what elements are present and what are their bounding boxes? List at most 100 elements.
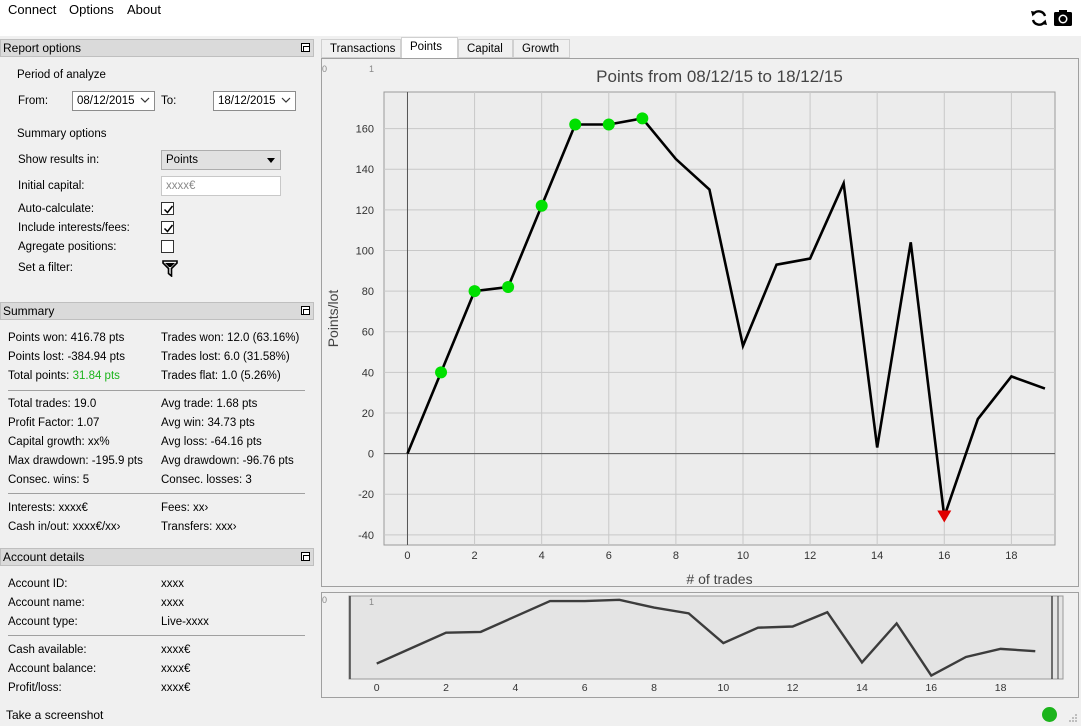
float-panel-icon[interactable]	[301, 306, 310, 315]
account-name-value: xxxx	[161, 597, 184, 609]
cash-in-out: Cash in/out: xxxx€/xx›	[8, 521, 121, 533]
y-tick-label: 40	[362, 367, 374, 379]
show-results-label: Show results in:	[18, 154, 100, 166]
from-date-picker[interactable]: 08/12/2015	[72, 91, 155, 111]
period-label: Period of analyze	[17, 69, 106, 81]
corner-label: 1	[369, 597, 374, 607]
section-title: Report options	[3, 41, 82, 55]
win-streak-marker	[435, 366, 448, 379]
consec-wins: Consec. wins: 5	[8, 474, 90, 486]
profit-factor: Profit Factor: 1.07	[8, 417, 100, 429]
total-points-label: Total points:	[8, 370, 73, 382]
profit-loss-value: xxxx€	[161, 682, 191, 694]
avg-drawdown: Avg drawdown: -96.76 pts	[161, 455, 294, 467]
float-panel-icon[interactable]	[301, 43, 310, 52]
x-tick-label: 6	[606, 550, 612, 562]
from-date-value: 08/12/2015	[77, 95, 135, 107]
account-id-label: Account ID:	[8, 578, 68, 590]
aggregate-checkbox[interactable]	[161, 240, 174, 253]
y-tick-label: 80	[362, 286, 374, 298]
divider	[8, 635, 305, 636]
y-tick-label: 140	[356, 164, 374, 176]
overview-x-tick-label: 16	[925, 682, 937, 694]
section-title: Account details	[3, 550, 85, 564]
account-type-label: Account type:	[8, 616, 78, 628]
initial-capital-input[interactable]: xxxx€	[161, 176, 281, 196]
trades-flat: Trades flat: 1.0 (5.26%)	[161, 370, 281, 382]
auto-calculate-checkbox[interactable]	[161, 202, 174, 215]
refresh-icon[interactable]	[1029, 8, 1049, 28]
chevron-down-icon	[140, 97, 150, 103]
cash-available-label: Cash available:	[8, 644, 87, 656]
menu-options[interactable]: Options	[69, 2, 114, 17]
corner-label: 1	[369, 64, 374, 74]
points-chart-panel: 0 2 4 6 8 10 12 14 16 18 -40 -20 0 20 40 60 80 100 120 140 1…	[321, 58, 1079, 587]
to-date-value: 18/12/2015	[218, 95, 276, 107]
win-streak-marker	[602, 118, 615, 131]
tab-capital[interactable]: Capital	[458, 39, 513, 58]
resize-grip-icon[interactable]	[1068, 713, 1078, 723]
win-streak-marker	[535, 199, 548, 212]
show-results-select[interactable]: Points	[161, 150, 281, 170]
to-date-picker[interactable]: 18/12/2015	[213, 91, 296, 111]
chart-title: Points from 08/12/15 to 18/12/15	[596, 67, 843, 86]
show-results-value: Points	[166, 154, 198, 166]
include-interests-checkbox[interactable]	[161, 221, 174, 234]
interests: Interests: xxxx€	[8, 502, 88, 514]
trades-lost: Trades lost: 6.0 (31.58%)	[161, 351, 290, 363]
overview-chart[interactable]: 0 2 4 6 8 10 12 14 16 18 0 1	[322, 593, 1078, 697]
camera-icon[interactable]	[1053, 8, 1073, 28]
menu-about[interactable]: About	[127, 2, 161, 17]
x-axis-label: # of trades	[686, 571, 752, 586]
points-chart[interactable]: 0 2 4 6 8 10 12 14 16 18-40-200204060801001201401…	[322, 59, 1078, 587]
consec-losses: Consec. losses: 3	[161, 474, 252, 486]
tab-growth[interactable]: Growth	[513, 39, 570, 58]
win-streak-marker	[636, 112, 649, 125]
take-screenshot-link[interactable]: Take a screenshot	[6, 708, 103, 722]
checkmark-icon	[163, 205, 174, 214]
cash-available-value: xxxx€	[161, 644, 191, 656]
dropdown-arrow-icon	[267, 158, 275, 163]
filter-label: Set a filter:	[18, 262, 73, 274]
overview-x-tick-label: 8	[651, 682, 657, 694]
overview-x-tick-label: 4	[512, 682, 518, 694]
aggregate-label: Agregate positions:	[18, 241, 117, 253]
overview-x-tick-label: 6	[582, 682, 588, 694]
report-options-header: Report options	[0, 39, 314, 57]
tab-transactions[interactable]: Transactions	[321, 39, 401, 58]
float-panel-icon[interactable]	[301, 552, 310, 561]
include-interests-label: Include interests/fees:	[18, 222, 130, 234]
y-tick-label: 100	[356, 245, 374, 257]
win-streak-marker	[569, 118, 582, 131]
win-streak-marker	[468, 285, 481, 298]
x-tick-label: 4	[539, 550, 545, 562]
avg-win: Avg win: 34.73 pts	[161, 417, 255, 429]
y-tick-label: 0	[368, 449, 374, 461]
menu-connect[interactable]: Connect	[8, 2, 56, 17]
points-won: Points won: 416.78 pts	[8, 332, 125, 344]
overview-x-tick-label: 12	[787, 682, 799, 694]
overview-chart-panel: 0 2 4 6 8 10 12 14 16 18 0 1	[321, 592, 1079, 698]
x-tick-label: 14	[871, 550, 883, 562]
y-tick-label: -20	[358, 489, 374, 501]
x-tick-label: 2	[472, 550, 478, 562]
y-tick-label: -40	[358, 530, 374, 542]
overview-x-tick-label: 2	[443, 682, 449, 694]
plot-area	[383, 91, 1056, 546]
connection-status-indicator	[1042, 707, 1057, 722]
y-tick-label: 160	[356, 124, 374, 136]
to-label: To:	[161, 95, 177, 107]
y-axis-label: Points/lot	[325, 290, 341, 348]
x-tick-label: 18	[1005, 550, 1017, 562]
y-tick-label: 120	[356, 205, 374, 217]
x-tick-label: 8	[673, 550, 679, 562]
overview-plot-area	[348, 595, 1064, 680]
account-id-value: xxxx	[161, 578, 184, 590]
y-tick-label: 60	[362, 327, 374, 339]
total-trades: Total trades: 19.0	[8, 398, 97, 410]
checkmark-icon	[163, 224, 174, 233]
tab-points[interactable]: Points	[401, 37, 458, 58]
points-lost: Points lost: -384.94 pts	[8, 351, 125, 363]
filter-icon[interactable]	[162, 260, 178, 277]
x-tick-label: 0	[404, 550, 410, 562]
